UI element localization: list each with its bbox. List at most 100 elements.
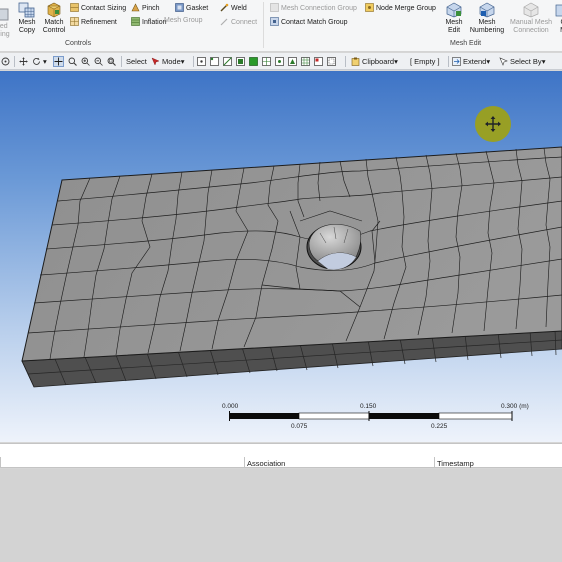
- select-extend-icon[interactable]: [314, 57, 323, 66]
- ribbon: ied hing Mesh Copy Match Control Contact…: [0, 0, 562, 52]
- select-vertex-icon[interactable]: [210, 57, 219, 66]
- pinch-button[interactable]: Pinch: [131, 3, 160, 13]
- cut-off-ribbon-button[interactable]: ied hing: [0, 6, 12, 39]
- node-merge-icon: [365, 3, 374, 12]
- contact-sizing-icon: [70, 3, 79, 12]
- select-all-icon[interactable]: [327, 57, 336, 66]
- select-label: Select: [126, 57, 147, 66]
- weld-button[interactable]: Weld: [220, 3, 247, 13]
- manual-mesh-connection-button[interactable]: Manual Mesh Connection: [508, 2, 554, 35]
- scale-label-225: 0.225: [431, 423, 448, 430]
- controls-group-label: Controls: [65, 40, 92, 47]
- select-mode-icon[interactable]: [151, 57, 160, 66]
- column-divider[interactable]: [434, 457, 435, 468]
- mesh-numbering-button[interactable]: Mesh Numbering: [468, 2, 506, 35]
- select-face-icon[interactable]: [236, 57, 245, 66]
- extend-icon[interactable]: [452, 57, 461, 66]
- mesh-connection-icon: [270, 3, 279, 12]
- pinch-icon: [131, 3, 140, 12]
- weld-label: Weld: [231, 5, 247, 12]
- mesh-edit-button[interactable]: Mesh Edit: [441, 2, 467, 35]
- toolbar-separator: [448, 56, 449, 67]
- pan-active-icon[interactable]: [53, 56, 64, 67]
- scale-label-300: 0.300 (m): [501, 403, 529, 410]
- scale-label-0: 0.000: [222, 403, 239, 410]
- cut-off-right-icon: [555, 4, 562, 17]
- mesh-numbering-icon: [479, 2, 495, 18]
- details-panel-body: [0, 469, 562, 562]
- match-control-button[interactable]: Match Control: [41, 2, 67, 35]
- scale-label-75: 0.075: [291, 423, 308, 430]
- select-element-face-icon[interactable]: [288, 57, 297, 66]
- column-divider[interactable]: [244, 457, 245, 468]
- toolbar-separator: [121, 56, 122, 67]
- gasket-icon: [175, 3, 184, 12]
- scale-bar-graphic: [229, 411, 513, 421]
- select-body-icon[interactable]: [249, 57, 258, 66]
- mesh-connection-group-button[interactable]: Mesh Connection Group: [270, 3, 357, 13]
- mesh-copy-button[interactable]: Mesh Copy: [15, 2, 39, 35]
- select-mesh-icon[interactable]: [301, 57, 310, 66]
- mesh-numbering-label: Mesh Numbering: [469, 19, 505, 34]
- clipboard-status: [ Empty ]: [410, 57, 440, 66]
- details-panel-header: Association Timestamp: [0, 443, 562, 468]
- manual-mesh-connection-label: Manual Mesh Connection: [509, 19, 553, 34]
- zoom-icon[interactable]: [68, 57, 77, 66]
- inflation-label: Inflation: [142, 19, 167, 26]
- connect-button[interactable]: Connect: [220, 17, 257, 27]
- connect-icon: [220, 18, 228, 26]
- cursor-indicator: [475, 106, 511, 142]
- match-control-icon: [47, 2, 61, 18]
- inflation-icon: [131, 17, 140, 26]
- toolbar-separator: [345, 56, 346, 67]
- cube-icon: [0, 8, 9, 21]
- contact-sizing-button[interactable]: Contact Sizing: [70, 3, 126, 13]
- rotate-icon[interactable]: [32, 57, 41, 66]
- gasket-button[interactable]: Gasket: [175, 3, 208, 13]
- mesh-edit-group-label: Mesh Edit: [450, 40, 482, 47]
- plate-top-face: [21, 146, 562, 362]
- match-control-label: Match Control: [42, 19, 66, 34]
- contact-match-icon: [270, 17, 279, 26]
- extend-dropdown[interactable]: Extend▾: [463, 56, 490, 67]
- refinement-icon: [70, 17, 79, 26]
- mesh-group-button[interactable]: Mesh Group: [164, 17, 203, 25]
- inflation-button[interactable]: Inflation: [131, 17, 167, 27]
- zoom-out-icon[interactable]: [94, 57, 103, 66]
- timestamp-column-header[interactable]: Timestamp: [437, 459, 474, 468]
- zoom-in-icon[interactable]: [81, 57, 90, 66]
- mesh-edit-icon: [446, 2, 462, 18]
- clipboard-icon[interactable]: [351, 57, 360, 66]
- contact-match-group-button[interactable]: Contact Match Group: [270, 17, 348, 27]
- clipboard-dropdown[interactable]: Clipboard▾: [362, 56, 398, 67]
- manual-mesh-connection-icon: [523, 2, 539, 18]
- rotate-dropdown-icon[interactable]: ▾: [43, 56, 47, 67]
- refinement-button[interactable]: Refinement: [70, 17, 117, 27]
- select-edge-icon[interactable]: [223, 57, 232, 66]
- ribbon-separator: [263, 2, 264, 48]
- contact-match-group-label: Contact Match Group: [281, 19, 348, 26]
- association-column-header[interactable]: Association: [247, 459, 285, 468]
- mode-dropdown[interactable]: Mode▾: [162, 56, 185, 67]
- mesh-edit-label: Mesh Edit: [445, 19, 463, 34]
- toolbar-separator: [14, 56, 15, 67]
- pinch-label: Pinch: [142, 5, 160, 12]
- move-cursor-icon: [485, 116, 501, 132]
- scale-bar: 0.000 0.150 0.300 (m) 0.075 0.225: [222, 403, 532, 433]
- select-by-dropdown[interactable]: Select By▾: [510, 56, 545, 67]
- zoom-fit-icon[interactable]: [107, 57, 116, 66]
- select-node-icon[interactable]: [275, 57, 284, 66]
- orient-icon[interactable]: [1, 57, 10, 66]
- hole-feature: [306, 224, 362, 270]
- graphics-toolbar: ▾ Select Mode▾ Clipboard▾ [ Empty ] Exte…: [0, 53, 562, 70]
- cut-off-right-button[interactable]: C M: [555, 2, 562, 35]
- graphics-viewport[interactable]: 0.000 0.150 0.300 (m) 0.075 0.225: [0, 71, 562, 442]
- node-merge-group-button[interactable]: Node Merge Group: [365, 3, 436, 13]
- select-point-icon[interactable]: [197, 57, 206, 66]
- cut-label-top: ied: [0, 23, 8, 30]
- select-by-icon[interactable]: [499, 57, 508, 66]
- weld-icon: [220, 3, 229, 12]
- select-element-icon[interactable]: [262, 57, 271, 66]
- mode-label: Mode: [162, 57, 181, 66]
- pan-icon[interactable]: [19, 57, 28, 66]
